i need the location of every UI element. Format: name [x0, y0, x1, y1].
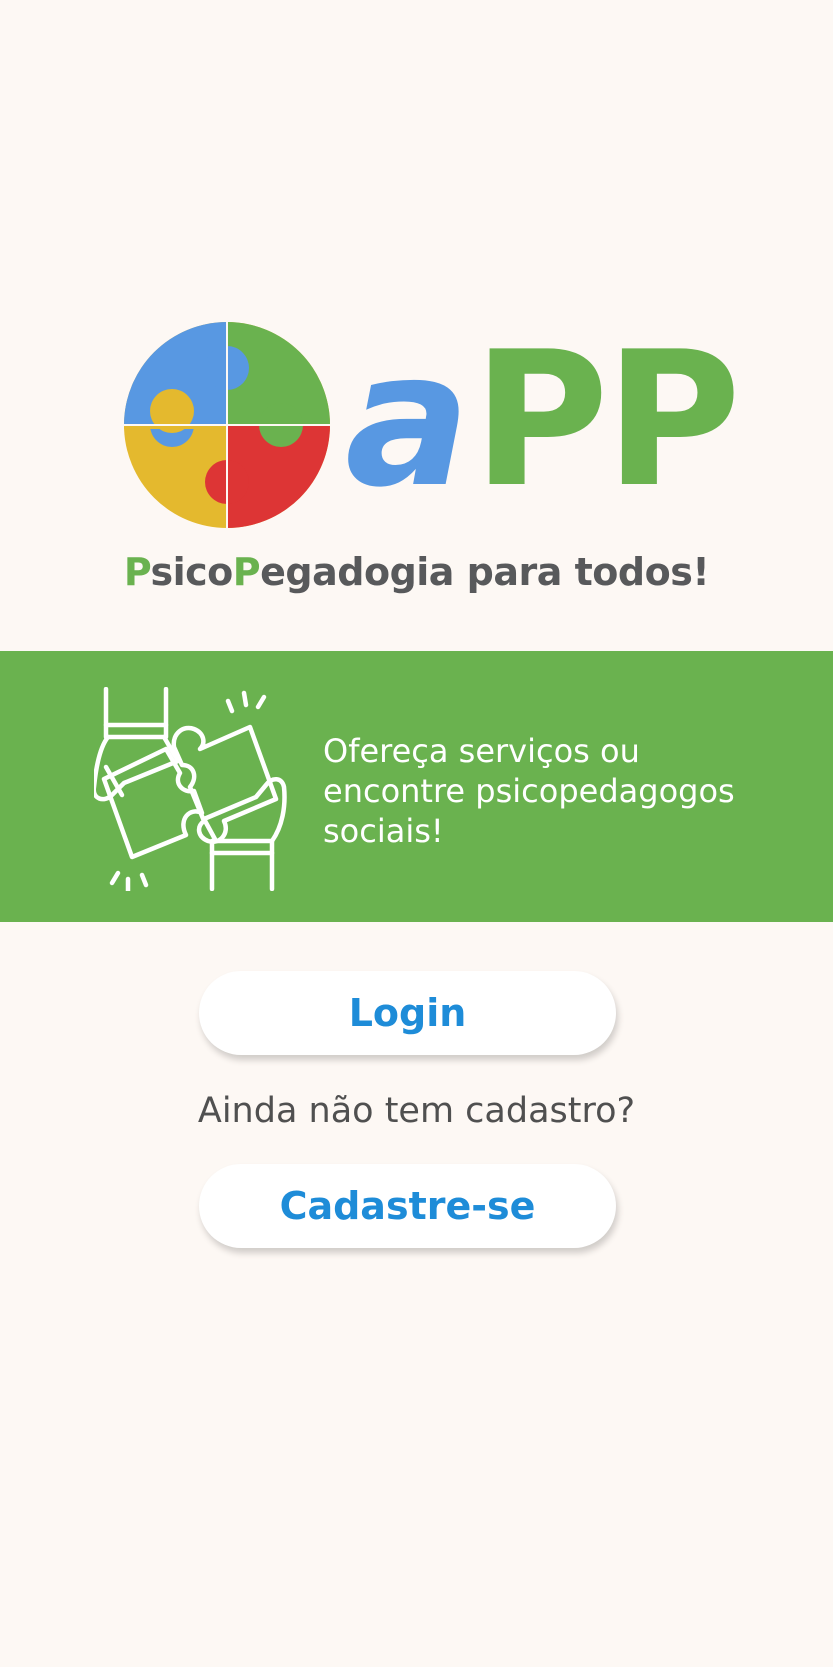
hands-joining-puzzle-icon [94, 687, 287, 891]
puzzle-circle-icon [124, 322, 330, 528]
tagline-sico: sico [150, 550, 234, 594]
banner-line-3: sociais! [323, 812, 444, 850]
wordmark-pp: PP [472, 311, 742, 528]
banner-line-2: encontre psicopedagogos [323, 772, 735, 810]
app-wordmark: a PP [345, 300, 742, 540]
info-banner: Ofereça serviços ou encontre psicopedago… [0, 651, 833, 922]
banner-message: Ofereça serviços ou encontre psicopedago… [323, 731, 793, 851]
tagline: PsicoPegadogia para todos! [0, 546, 833, 598]
logo-area: a PP PsicoPegadogia para todos! [0, 0, 833, 650]
tagline-p1: P [123, 550, 151, 594]
tagline-rest: egadogia para todos! [260, 550, 710, 594]
no-account-prompt: Ainda não tem cadastro? [197, 1091, 636, 1131]
tagline-p2: P [232, 550, 261, 594]
login-button[interactable]: Login [199, 971, 616, 1055]
banner-line-1: Ofereça serviços ou [323, 732, 640, 770]
signup-button[interactable]: Cadastre-se [199, 1164, 616, 1248]
wordmark-a: a [345, 311, 470, 528]
